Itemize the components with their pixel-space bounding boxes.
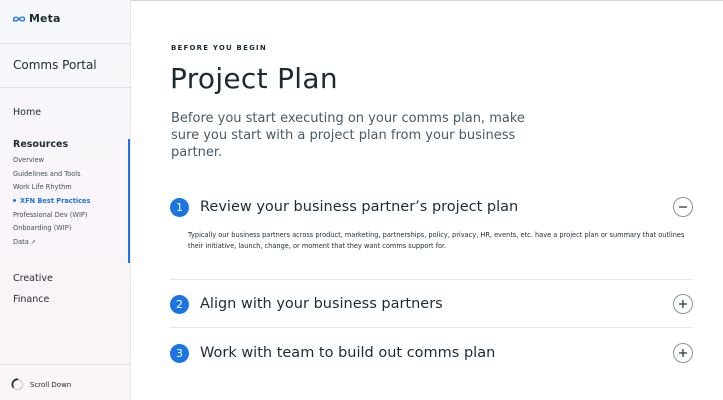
sidebar-item-resources[interactable]: Resources bbox=[13, 139, 68, 150]
sidebar-item-finance[interactable]: Finance bbox=[13, 294, 49, 305]
step-title: Review your business partner’s project p… bbox=[200, 199, 519, 215]
sidebar-subitem-work-life-rhythm[interactable]: Work Life Rhythm bbox=[13, 183, 90, 197]
sidebar-item-creative[interactable]: Creative bbox=[13, 273, 53, 284]
minus-icon bbox=[679, 206, 687, 208]
scroll-down-label: Scroll Down bbox=[30, 380, 72, 389]
subitem-label: Guidelines and Tools bbox=[13, 169, 81, 178]
accordion-item-2: 2 Align with your business partners bbox=[170, 293, 693, 315]
collapse-button[interactable] bbox=[673, 197, 693, 217]
active-section-indicator bbox=[128, 139, 130, 263]
accordion-header-1[interactable]: 1 Review your business partner’s project… bbox=[170, 196, 693, 218]
subitem-label: Work Life Rhythm bbox=[13, 183, 72, 192]
subitem-label: Onboarding (WIP) bbox=[13, 224, 72, 233]
expand-button[interactable] bbox=[673, 343, 693, 363]
step-description: Typically our business partners across p… bbox=[188, 231, 685, 250]
meta-infinity-icon bbox=[12, 15, 26, 22]
sidebar-subitem-data[interactable]: Data ↗ bbox=[13, 238, 90, 252]
scroll-progress-icon bbox=[11, 378, 24, 391]
step-number-badge: 3 bbox=[170, 343, 189, 363]
sidebar-subitem-xfn-best-practices[interactable]: XFN Best Practices bbox=[13, 197, 90, 211]
step-number-badge: 1 bbox=[170, 197, 189, 217]
scroll-down-button[interactable]: Scroll Down bbox=[11, 378, 71, 391]
sidebar-divider-portal bbox=[0, 87, 131, 88]
plus-icon bbox=[679, 349, 687, 357]
active-dot-icon bbox=[13, 198, 16, 202]
accordion-divider bbox=[170, 279, 693, 280]
section-eyebrow: BEFORE YOU BEGIN bbox=[171, 44, 267, 52]
meta-logo[interactable]: Meta bbox=[12, 12, 61, 25]
expand-button[interactable] bbox=[673, 294, 693, 314]
subitem-label: Data bbox=[13, 238, 29, 247]
page-title: Project Plan bbox=[170, 62, 338, 95]
intro-paragraph: Before you start executing on your comms… bbox=[171, 111, 525, 160]
accordion-item-1: 1 Review your business partner’s project… bbox=[170, 196, 693, 251]
sidebar-subitem-overview[interactable]: Overview bbox=[13, 156, 90, 170]
resources-submenu: Overview Guidelines and Tools Work Life … bbox=[13, 156, 90, 252]
subitem-label: Overview bbox=[13, 156, 45, 164]
sidebar-subitem-professional-dev[interactable]: Professional Dev (WIP) bbox=[13, 211, 90, 225]
accordion-header-2[interactable]: 2 Align with your business partners bbox=[170, 293, 693, 315]
main-content: BEFORE YOU BEGIN Project Plan Before you… bbox=[132, 0, 723, 400]
portal-title[interactable]: Comms Portal bbox=[13, 58, 97, 72]
subitem-label: Professional Dev (WIP) bbox=[13, 210, 88, 219]
step-title: Work with team to build out comms plan bbox=[200, 345, 496, 361]
sidebar-divider-bottom bbox=[0, 364, 131, 365]
sidebar-item-home[interactable]: Home bbox=[13, 107, 41, 118]
plus-icon bbox=[679, 300, 687, 308]
external-link-icon: ↗ bbox=[30, 239, 36, 247]
accordion-item-3: 3 Work with team to build out comms plan bbox=[170, 342, 693, 364]
accordion-header-3[interactable]: 3 Work with team to build out comms plan bbox=[170, 342, 693, 364]
subitem-label: XFN Best Practices bbox=[20, 197, 91, 206]
sidebar-subitem-guidelines[interactable]: Guidelines and Tools bbox=[13, 170, 90, 184]
sidebar-subitem-onboarding[interactable]: Onboarding (WIP) bbox=[13, 224, 90, 238]
sidebar: Meta Comms Portal Home Resources Overvie… bbox=[0, 0, 131, 400]
step-number-badge: 2 bbox=[170, 294, 189, 314]
logo-text: Meta bbox=[29, 12, 61, 25]
accordion-divider bbox=[170, 327, 693, 328]
step-title: Align with your business partners bbox=[200, 296, 443, 312]
sidebar-divider-top bbox=[0, 43, 131, 44]
